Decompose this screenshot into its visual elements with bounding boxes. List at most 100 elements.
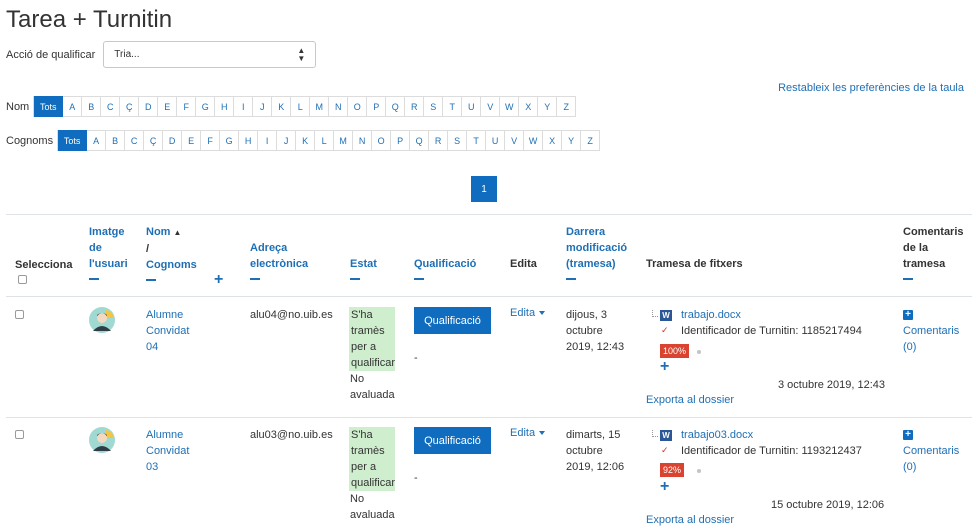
initial-last-10[interactable]: I xyxy=(258,130,278,151)
submission-file-link[interactable]: trabajo.docx xyxy=(681,307,741,323)
edit-menu[interactable]: Edita xyxy=(510,427,546,439)
export-portfolio-link[interactable]: Exporta al dossier xyxy=(646,512,734,528)
initial-first-22[interactable]: U xyxy=(462,96,482,117)
collapse-email-icon[interactable] xyxy=(250,278,260,280)
row-name-line-3[interactable]: 03 xyxy=(146,459,189,475)
grade-button[interactable]: Qualificació xyxy=(414,307,491,334)
initial-last-24[interactable]: W xyxy=(524,130,544,151)
initial-last-all[interactable]: Tots xyxy=(58,130,88,151)
comments-expand-icon[interactable]: + xyxy=(903,430,913,440)
similarity-score-badge[interactable]: 92% xyxy=(660,463,685,477)
page-1-button[interactable]: 1 xyxy=(471,176,497,202)
row-fullname-link[interactable]: Alumne Convidat 03 xyxy=(146,427,189,475)
initial-last-16[interactable]: O xyxy=(372,130,392,151)
col-name-line-1[interactable]: Nom xyxy=(146,226,170,238)
initial-last-4[interactable]: Ç xyxy=(144,130,164,151)
initial-last-1[interactable]: A xyxy=(87,130,107,151)
comments-link[interactable]: Comentaris (0) xyxy=(903,323,959,355)
collapse-name-icon[interactable] xyxy=(146,279,156,281)
initial-first-4[interactable]: Ç xyxy=(120,96,140,117)
col-name-header[interactable]: Nom ▲ / Cognoms xyxy=(146,224,197,281)
initial-first-25[interactable]: X xyxy=(519,96,539,117)
comments-count[interactable]: (0) xyxy=(903,459,959,475)
submission-file-link[interactable]: trabajo03.docx xyxy=(681,427,753,443)
comments-link[interactable]: Comentaris (0) xyxy=(903,443,959,475)
initial-last-15[interactable]: N xyxy=(353,130,373,151)
edit-menu-label[interactable]: Edita xyxy=(510,427,535,439)
initial-last-12[interactable]: K xyxy=(296,130,316,151)
row-name-line-1[interactable]: Alumne xyxy=(146,307,189,323)
initial-first-26[interactable]: Y xyxy=(538,96,558,117)
col-grade-header[interactable]: Qualificació xyxy=(414,256,476,280)
initial-last-18[interactable]: Q xyxy=(410,130,430,151)
export-portfolio-link[interactable]: Exporta al dossier xyxy=(646,392,734,408)
initial-last-17[interactable]: P xyxy=(391,130,411,151)
initial-first-27[interactable]: Z xyxy=(557,96,577,117)
initial-first-12[interactable]: K xyxy=(272,96,292,117)
initial-last-14[interactable]: M xyxy=(334,130,354,151)
comments-label[interactable]: Comentaris xyxy=(903,323,959,339)
user-avatar-icon[interactable] xyxy=(89,427,115,453)
initial-first-1[interactable]: A xyxy=(63,96,83,117)
row-name-line-2[interactable]: Convidat xyxy=(146,323,189,339)
comments-expand-icon[interactable]: + xyxy=(903,310,913,320)
col-picture-header[interactable]: Imatge de l'usuari xyxy=(89,224,128,280)
initial-first-23[interactable]: V xyxy=(481,96,501,117)
collapse-modified-icon[interactable] xyxy=(566,278,576,280)
add-plus-icon[interactable]: + xyxy=(660,479,669,495)
edit-menu[interactable]: Edita xyxy=(510,307,546,319)
initial-first-9[interactable]: H xyxy=(215,96,235,117)
initial-first-20[interactable]: S xyxy=(424,96,444,117)
initial-last-8[interactable]: G xyxy=(220,130,240,151)
row-name-line-2[interactable]: Convidat xyxy=(146,443,189,459)
initial-last-3[interactable]: C xyxy=(125,130,145,151)
col-email-header[interactable]: Adreça electrònica xyxy=(250,240,308,280)
collapse-comments-icon[interactable] xyxy=(903,278,913,280)
initial-last-13[interactable]: L xyxy=(315,130,335,151)
initial-last-7[interactable]: F xyxy=(201,130,221,151)
initial-last-6[interactable]: E xyxy=(182,130,202,151)
initial-last-21[interactable]: T xyxy=(467,130,487,151)
initial-first-7[interactable]: F xyxy=(177,96,197,117)
initial-last-9[interactable]: H xyxy=(239,130,259,151)
comments-label[interactable]: Comentaris xyxy=(903,443,959,459)
initial-first-14[interactable]: M xyxy=(310,96,330,117)
initial-last-27[interactable]: Z xyxy=(581,130,601,151)
initial-first-3[interactable]: C xyxy=(101,96,121,117)
initial-last-26[interactable]: Y xyxy=(562,130,582,151)
row-name-line-3[interactable]: 04 xyxy=(146,339,189,355)
expand-fullname-plus-icon[interactable]: + xyxy=(214,272,223,288)
initial-first-8[interactable]: G xyxy=(196,96,216,117)
initial-first-16[interactable]: O xyxy=(348,96,368,117)
initial-first-6[interactable]: E xyxy=(158,96,178,117)
initial-last-2[interactable]: B xyxy=(106,130,126,151)
initial-first-17[interactable]: P xyxy=(367,96,387,117)
select-all-checkbox[interactable] xyxy=(18,275,27,284)
comments-count[interactable]: (0) xyxy=(903,339,959,355)
initial-last-25[interactable]: X xyxy=(543,130,563,151)
edit-menu-label[interactable]: Edita xyxy=(510,307,535,319)
col-modified-header[interactable]: Darrera modificació (tramesa) xyxy=(566,224,627,280)
initial-first-15[interactable]: N xyxy=(329,96,349,117)
initial-first-11[interactable]: J xyxy=(253,96,273,117)
initial-last-23[interactable]: V xyxy=(505,130,525,151)
initial-last-19[interactable]: R xyxy=(429,130,449,151)
col-name-line-3[interactable]: Cognoms xyxy=(146,257,197,273)
initial-first-19[interactable]: R xyxy=(405,96,425,117)
add-plus-icon[interactable]: + xyxy=(660,359,669,375)
initial-last-11[interactable]: J xyxy=(277,130,297,151)
row-name-line-1[interactable]: Alumne xyxy=(146,427,189,443)
initial-first-13[interactable]: L xyxy=(291,96,311,117)
initial-first-2[interactable]: B xyxy=(82,96,102,117)
row-select-checkbox[interactable] xyxy=(15,310,24,319)
initial-first-18[interactable]: Q xyxy=(386,96,406,117)
row-select-checkbox[interactable] xyxy=(15,430,24,439)
grading-action-select[interactable]: Tria... ▲ ▼ xyxy=(103,41,317,68)
row-fullname-link[interactable]: Alumne Convidat 04 xyxy=(146,307,189,355)
initial-last-22[interactable]: U xyxy=(486,130,506,151)
initial-first-5[interactable]: D xyxy=(139,96,159,117)
grade-button[interactable]: Qualificació xyxy=(414,427,491,454)
reset-table-preferences-link[interactable]: Restableix les preferències de la taula xyxy=(778,82,964,94)
initial-last-20[interactable]: S xyxy=(448,130,468,151)
collapse-status-icon[interactable] xyxy=(350,278,360,280)
